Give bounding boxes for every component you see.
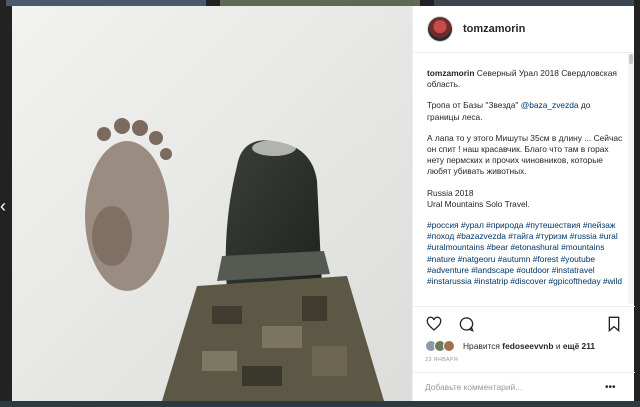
likes-prefix: Нравится bbox=[463, 341, 500, 351]
camouflage-trousers bbox=[162, 276, 384, 401]
caption-text: Тропа от Базы "Звезда" bbox=[427, 100, 519, 111]
chevron-left-icon[interactable]: ‹ bbox=[0, 196, 10, 216]
scrollbar[interactable] bbox=[628, 54, 634, 304]
background-thumbnail-row bbox=[0, 401, 640, 407]
bookmark-icon[interactable] bbox=[605, 315, 623, 333]
likes-conjunction: и bbox=[555, 341, 561, 351]
comment-form: ••• bbox=[413, 372, 635, 401]
heart-icon[interactable] bbox=[425, 315, 443, 333]
post-date[interactable]: 23 ЯНВАРЯ bbox=[425, 357, 458, 363]
more-options-icon[interactable]: ••• bbox=[605, 382, 616, 393]
caption-text: Ural Mountains Solo Travel. bbox=[427, 198, 530, 209]
likes-others-link[interactable]: ещё 211 bbox=[563, 341, 595, 351]
caption-paragraph: tomzamorin Северный Урал 2018 Свердловск… bbox=[427, 68, 623, 90]
liker-username[interactable]: fedoseevvnb bbox=[502, 341, 553, 351]
header-username[interactable]: tomzamorin bbox=[463, 23, 525, 35]
caption-paragraph: А лапа то у этого Мишуты 35см в длину ..… bbox=[427, 133, 623, 178]
post-photo bbox=[12, 6, 412, 401]
comment-input[interactable] bbox=[425, 382, 605, 392]
caption-text: А лапа то у этого Мишуты 35см в длину ..… bbox=[427, 132, 623, 177]
avatar bbox=[443, 340, 455, 352]
avatar[interactable] bbox=[427, 16, 453, 42]
caption-area: tomzamorin Северный Урал 2018 Свердловск… bbox=[413, 54, 635, 304]
photo-illustration bbox=[12, 6, 412, 401]
caption-paragraph: Russia 2018 Ural Mountains Solo Travel. bbox=[427, 188, 623, 210]
comment-icon[interactable] bbox=[457, 315, 475, 333]
scrollbar-thumb[interactable] bbox=[629, 54, 633, 64]
caption-paragraph: Тропа от Базы "Звезда" @baza_zvezda до г… bbox=[427, 100, 623, 122]
caption-text: Russia 2018 bbox=[427, 187, 474, 198]
mention-link[interactable]: @baza_zvezda bbox=[521, 100, 579, 110]
likes-text: Нравится fedoseevvnb и ещё 211 bbox=[463, 341, 595, 351]
post-header: tomzamorin bbox=[413, 6, 634, 53]
post-sidebar: tomzamorin tomzamorin Северный Урал 2018… bbox=[412, 6, 635, 401]
liker-avatars[interactable] bbox=[425, 340, 455, 352]
action-bar bbox=[413, 306, 635, 336]
likes-summary: Нравится fedoseevvnb и ещё 211 bbox=[425, 339, 625, 353]
hashtag-list[interactable]: #россия #урал #природа #путешествия #пей… bbox=[427, 220, 623, 287]
caption-username[interactable]: tomzamorin bbox=[427, 68, 474, 78]
